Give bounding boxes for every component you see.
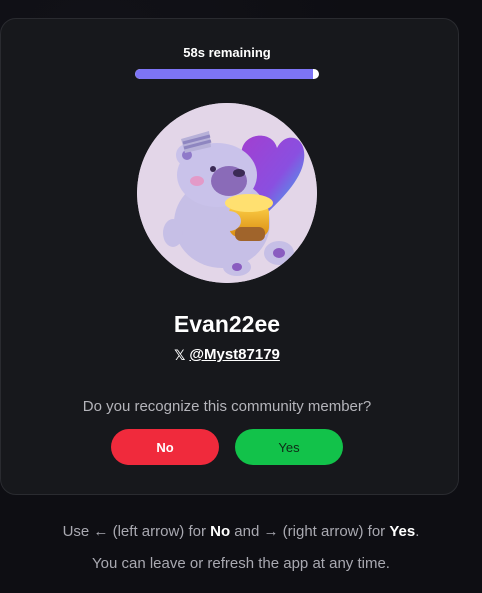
hint-text-c: . (415, 523, 420, 540)
timer-progress-bar (135, 69, 319, 79)
no-button[interactable]: No (111, 429, 219, 465)
hint-no-key: No (210, 523, 231, 540)
app-stage: 58s remaining Evan22ee 𝕏 @Myst87179 Do y… (0, 0, 482, 593)
leave-hint: You can leave or refresh the app at any … (92, 555, 390, 572)
recognize-question: Do you recognize this community member? (82, 398, 372, 415)
hint-text-b: and → (right arrow) for (230, 523, 390, 540)
hint-yes-key: Yes (389, 523, 416, 540)
timer-label: 58s remaining (183, 45, 271, 60)
bear-avatar-icon (137, 103, 317, 283)
hint-text-a: Use ← (left arrow) for (62, 523, 211, 540)
member-handle-row: 𝕏 @Myst87179 (1, 346, 453, 363)
avatar-illustration (137, 103, 317, 283)
keyboard-hint: Use ← (left arrow) for No and → (right a… (0, 523, 482, 540)
timer-progress-fill (135, 69, 314, 79)
member-name: Evan22ee (173, 311, 281, 337)
review-card: 58s remaining Evan22ee 𝕏 @Myst87179 Do y… (0, 18, 459, 495)
member-handle-link[interactable]: @Myst87179 (189, 346, 280, 363)
yes-button[interactable]: Yes (235, 429, 343, 465)
x-logo-icon: 𝕏 (174, 346, 186, 363)
